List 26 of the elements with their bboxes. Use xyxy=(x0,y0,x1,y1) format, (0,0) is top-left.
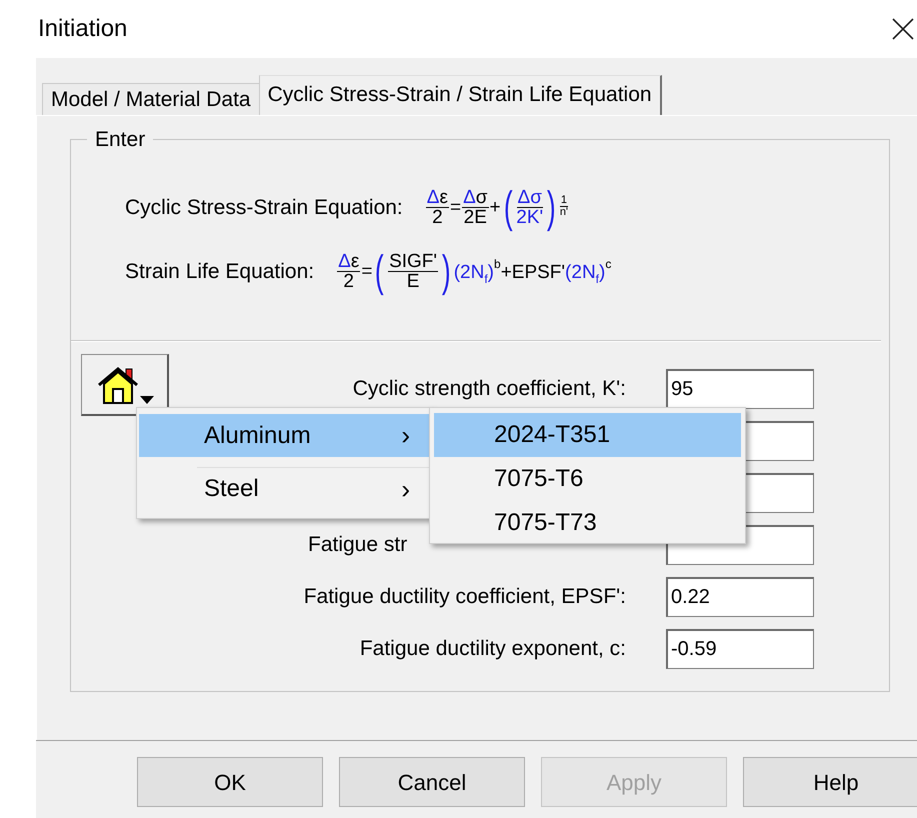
house-icon xyxy=(96,364,140,404)
input-field[interactable]: 0.22 xyxy=(666,577,814,617)
field-label: Fatigue str xyxy=(307,532,408,558)
input-field[interactable]: -0.59 xyxy=(666,629,814,669)
window-title: Initiation xyxy=(38,14,128,44)
material-menu-button[interactable] xyxy=(81,354,169,416)
field-label: Fatigue ductility exponent, c: xyxy=(358,636,626,662)
menu-item[interactable]: 2024-T351 xyxy=(434,413,741,457)
equation-label: Strain Life Equation: xyxy=(125,258,314,285)
tab[interactable]: Model / Material Data xyxy=(42,83,260,115)
group-legend: Enter xyxy=(87,129,154,150)
caret-icon xyxy=(140,396,154,404)
equation-label: Cyclic Stress-Strain Equation: xyxy=(125,195,403,222)
menu-item[interactable]: Aluminum › xyxy=(139,414,430,457)
field-label: Fatigue ductility coefficient, EPSF': xyxy=(302,584,626,610)
submenu-arrow-icon: › xyxy=(401,416,410,455)
dialog-button[interactable]: OK xyxy=(137,757,323,807)
dialog-button[interactable]: Help xyxy=(743,757,917,807)
tab[interactable]: Cyclic Stress-Strain / Strain Life Equation xyxy=(258,75,662,115)
dialog-button[interactable]: Cancel xyxy=(339,757,525,807)
menu-item[interactable]: 7075-T73 xyxy=(434,501,741,545)
close-icon[interactable] xyxy=(891,17,915,41)
input-field[interactable]: 95 xyxy=(666,369,814,409)
field-label: Cyclic strength coefficient, K': xyxy=(352,376,626,402)
menu-item[interactable]: 7075-T6 xyxy=(434,457,741,501)
submenu-arrow-icon: › xyxy=(401,470,410,508)
